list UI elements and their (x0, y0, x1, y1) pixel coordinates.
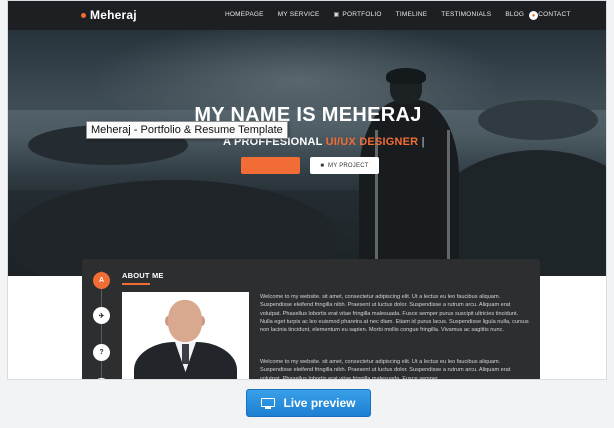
nav-item-timeline[interactable]: TIMELINE (396, 11, 428, 18)
profile-photo (122, 292, 249, 379)
nav-item-blog[interactable]: BLOG (505, 11, 524, 18)
rocket-icon[interactable]: ✈ (93, 307, 110, 324)
camera-icon: ▣ (333, 12, 340, 18)
about-section: A ✈ ? ABOUT ME Welcome to my website. si… (82, 259, 540, 380)
logo-dot-icon (81, 12, 86, 18)
hire-button[interactable] (241, 157, 300, 174)
about-paragraph-2: Welcome to my website. sit amet, consect… (260, 359, 511, 380)
navbar: Meheraj HOMEPAGE MY SERVICE ▣ PORTFOLIO … (8, 1, 606, 30)
briefcase-icon: ■ (320, 162, 325, 169)
my-project-button[interactable]: ■ MY PROJECT (310, 157, 379, 174)
nav-item-homepage[interactable]: HOMEPAGE (225, 11, 264, 18)
about-paragraph-1: Welcome to my website. sit amet, consect… (260, 294, 529, 334)
live-preview-button[interactable]: Live preview (246, 389, 371, 417)
monitor-icon (261, 397, 276, 409)
nav-item-portfolio[interactable]: ▣ PORTFOLIO (334, 11, 382, 18)
about-title: ABOUT ME (122, 271, 164, 280)
title-tooltip: Meheraj - Portfolio & Resume Template (86, 121, 288, 139)
logo-text: Meheraj (90, 8, 137, 22)
hero-section: MY NAME IS MEHERAJ A PROFFESIONAL UI/UX … (8, 30, 606, 276)
timeline-dot[interactable] (93, 378, 110, 379)
typing-cursor: | (421, 136, 425, 148)
nav-item-portfolio-label: PORTFOLIO (342, 11, 382, 18)
hero-overlay (8, 30, 606, 276)
nav-item-contact[interactable]: CONTACT (538, 11, 570, 18)
live-preview-label: Live preview (283, 396, 356, 410)
logo[interactable]: Meheraj (81, 8, 137, 22)
search-icon: ● (531, 12, 536, 19)
nav-item-testimonials[interactable]: TESTIMONIALS (441, 11, 491, 18)
my-project-label: MY PROJECT (328, 162, 369, 169)
user-icon[interactable]: A (93, 272, 110, 289)
preview-frame: Meheraj HOMEPAGE MY SERVICE ▣ PORTFOLIO … (7, 0, 607, 380)
hero-subtitle-accent: UI/UX DESIGNER (325, 136, 419, 148)
nav-item-my-service[interactable]: MY SERVICE (278, 11, 320, 18)
about-title-underline (122, 283, 150, 285)
search-button[interactable]: ● (529, 11, 538, 20)
question-icon[interactable]: ? (93, 344, 110, 361)
